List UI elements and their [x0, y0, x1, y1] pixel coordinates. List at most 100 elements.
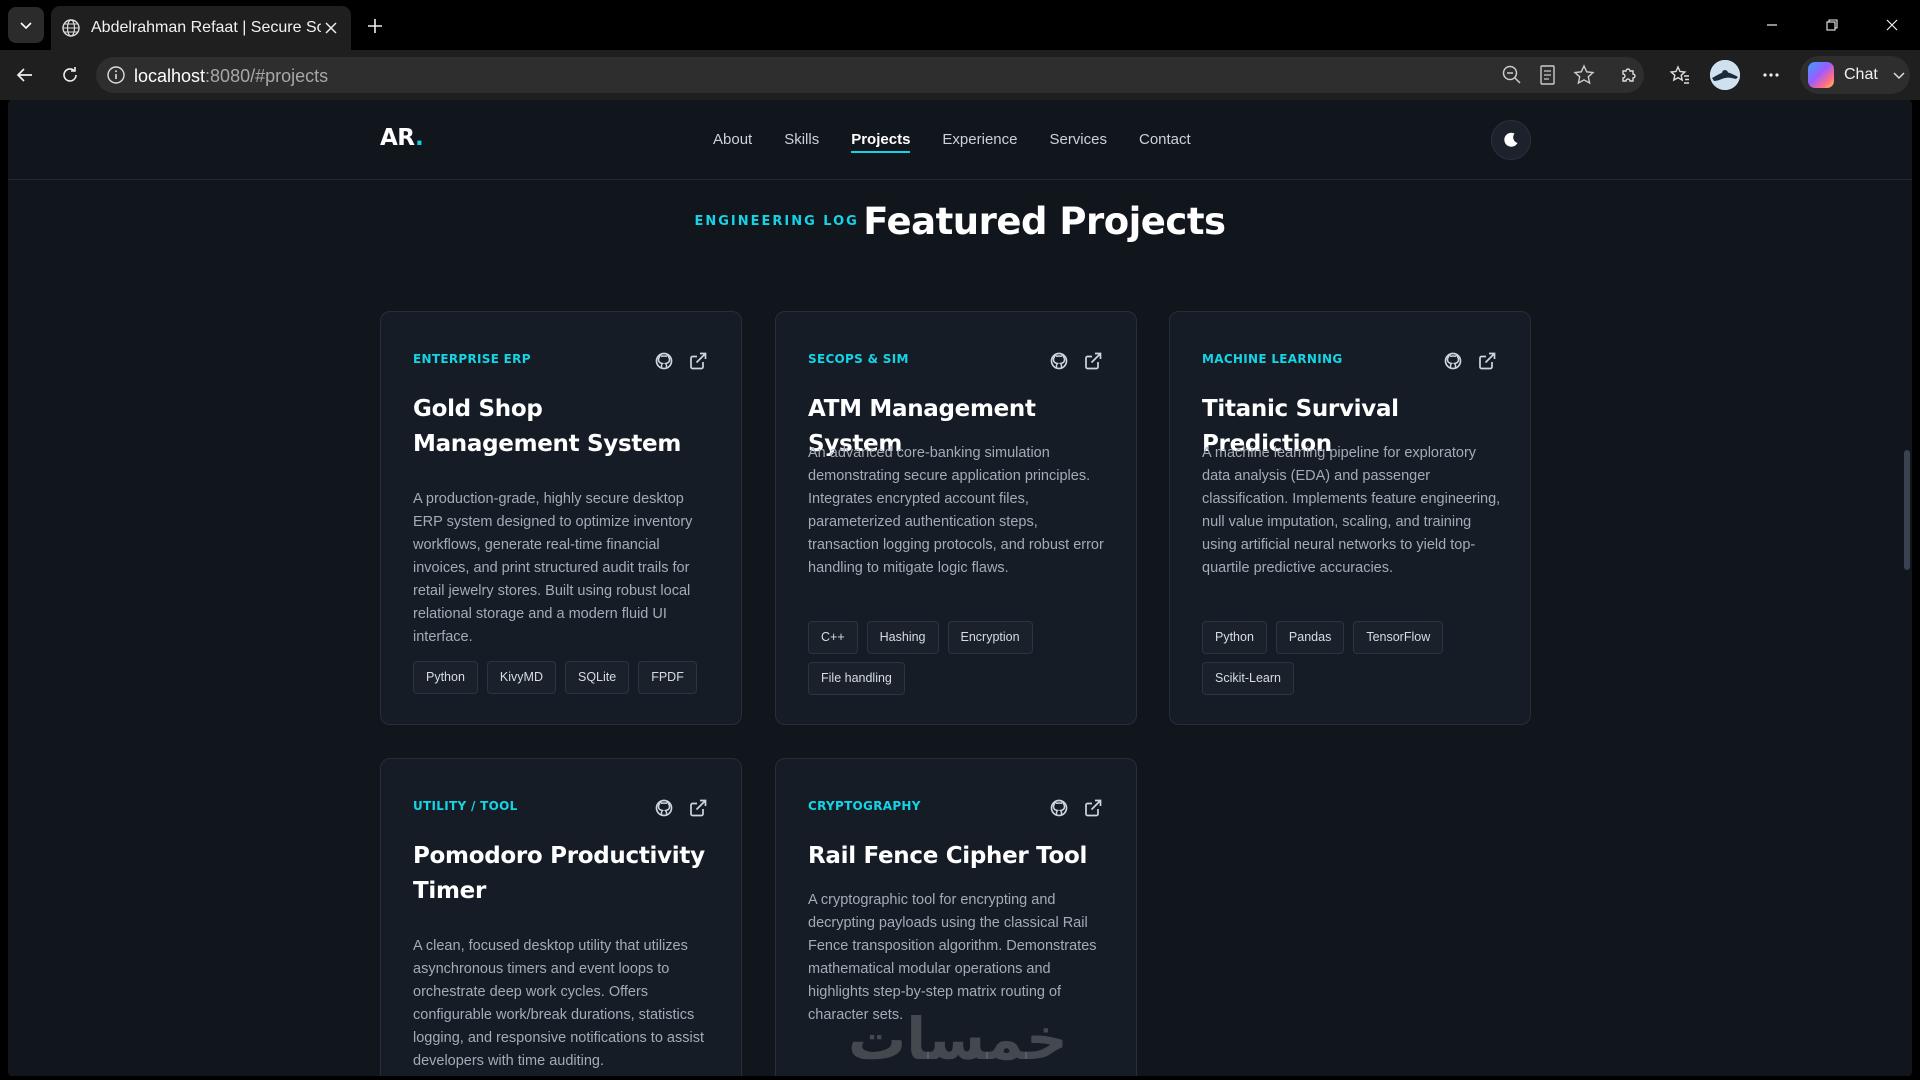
- site-info-icon[interactable]: [106, 65, 126, 85]
- github-icon[interactable]: [1048, 350, 1070, 372]
- address-bar[interactable]: localhost:8080/#projects: [96, 57, 1644, 93]
- tech-tags: C++ Hashing Encryption File handling: [808, 621, 1116, 695]
- extensions-button[interactable]: [1612, 58, 1646, 92]
- reload-button[interactable]: [53, 58, 87, 92]
- site-logo[interactable]: AR.: [380, 125, 424, 151]
- favorites-list-icon: [1669, 65, 1689, 84]
- plus-icon: [368, 19, 382, 33]
- minimize-button[interactable]: [1752, 10, 1792, 40]
- nav-link-experience[interactable]: Experience: [942, 131, 1017, 153]
- chevron-down-icon: [1893, 72, 1905, 80]
- external-link-icon[interactable]: [1476, 350, 1498, 372]
- project-category: Utility / Tool: [413, 799, 518, 813]
- minimize-icon: [1767, 24, 1777, 26]
- external-link-icon[interactable]: [1082, 797, 1104, 819]
- browser-toolbar: localhost:8080/#projects Chat: [0, 50, 1920, 100]
- site-navbar: AR. About Skills Projects Experience Ser…: [8, 100, 1912, 180]
- more-options-button[interactable]: [1754, 58, 1788, 92]
- project-category: Cryptography: [808, 799, 921, 813]
- tech-tag: TensorFlow: [1353, 621, 1444, 654]
- project-category: Machine Learning: [1202, 352, 1343, 366]
- favorites-button[interactable]: [1663, 58, 1697, 92]
- project-category: Enterprise ERP: [413, 352, 531, 366]
- tech-tag: Python: [1202, 621, 1267, 654]
- zoom-icon[interactable]: [1501, 64, 1523, 86]
- github-icon[interactable]: [653, 350, 675, 372]
- url-text: localhost:8080/#projects: [134, 66, 328, 87]
- external-link-icon[interactable]: [1082, 350, 1104, 372]
- watermark-logo: خمسات: [848, 1005, 1068, 1073]
- tech-tag: FPDF: [638, 661, 697, 694]
- nav-link-projects[interactable]: Projects: [851, 131, 911, 153]
- project-title: Rail Fence Cipher Tool: [808, 843, 1088, 869]
- main-nav: About Skills Projects Experience Service…: [713, 131, 1223, 153]
- tech-tag: Scikit-Learn: [1202, 662, 1294, 695]
- url-path: :8080/#projects: [205, 66, 329, 86]
- globe-icon: [61, 18, 81, 38]
- theme-toggle-button[interactable]: [1491, 120, 1531, 160]
- tech-tag: C++: [808, 621, 858, 654]
- tech-tags: Python KivyMD SQLite FPDF: [413, 661, 721, 694]
- close-window-button[interactable]: [1872, 10, 1912, 40]
- nav-link-about[interactable]: About: [713, 131, 752, 153]
- browser-tab-bar: Abdelrahman Refaat | Secure Software Eng…: [0, 0, 1920, 50]
- project-card: SecOps & Sim ATM Management System An ad…: [775, 311, 1137, 725]
- url-host: localhost: [134, 66, 206, 86]
- tech-tag: SQLite: [564, 661, 630, 694]
- browser-tab-active[interactable]: Abdelrahman Refaat | Secure Software Eng…: [51, 6, 351, 50]
- chat-dropdown-button[interactable]: [1882, 58, 1916, 92]
- project-category: SecOps & Sim: [808, 352, 909, 366]
- puzzle-icon: [1622, 68, 1636, 82]
- back-button[interactable]: [8, 58, 42, 92]
- copilot-icon: [1808, 62, 1834, 88]
- nav-link-contact[interactable]: Contact: [1139, 131, 1191, 153]
- card-header: Machine Learning: [1202, 350, 1498, 374]
- card-header: SecOps & Sim: [808, 350, 1104, 374]
- tab-actions-menu-button[interactable]: [8, 7, 44, 43]
- project-card: Machine Learning Titanic Survival Predic…: [1169, 311, 1531, 725]
- profile-picture-icon: [1710, 60, 1740, 90]
- tech-tag: KivyMD: [486, 661, 556, 694]
- project-description: A machine learning pipeline for explorat…: [1202, 445, 1501, 576]
- profile-avatar[interactable]: [1710, 60, 1740, 90]
- external-link-icon[interactable]: [687, 350, 709, 372]
- project-description: An advanced core-banking simulation demo…: [808, 445, 1104, 576]
- restore-button[interactable]: [1812, 10, 1852, 40]
- section-title: Featured Projects: [863, 200, 1226, 243]
- page-scrollbar[interactable]: [1904, 450, 1910, 570]
- project-description: A clean, focused desktop utility that ut…: [413, 938, 704, 1069]
- new-tab-button[interactable]: [360, 11, 390, 41]
- logo-text: AR: [380, 125, 415, 151]
- project-card: Utility / Tool Pomodoro Productivity Tim…: [380, 758, 742, 1076]
- project-card: Enterprise ERP Gold Shop Management Syst…: [380, 311, 742, 725]
- projects-section-header: Engineering Log Featured Projects: [8, 200, 1912, 243]
- page-viewport: AR. About Skills Projects Experience Ser…: [8, 100, 1912, 1076]
- card-header: Enterprise ERP: [413, 350, 709, 374]
- tech-tag: Encryption: [947, 621, 1033, 654]
- external-link-icon[interactable]: [687, 797, 709, 819]
- tech-tag: Pandas: [1275, 621, 1345, 654]
- tech-tag: File handling: [808, 662, 905, 695]
- restore-icon: [1826, 19, 1838, 31]
- chevron-down-icon: [20, 22, 32, 30]
- tech-tag: Python: [413, 661, 478, 694]
- section-eyebrow: Engineering Log: [694, 214, 859, 229]
- card-header: Utility / Tool: [413, 797, 709, 821]
- arrow-left-icon: [16, 68, 32, 82]
- tech-tags: Python Pandas TensorFlow Scikit-Learn: [1202, 621, 1510, 695]
- github-icon[interactable]: [1442, 350, 1464, 372]
- github-icon[interactable]: [653, 797, 675, 819]
- card-header: Cryptography: [808, 797, 1104, 821]
- close-icon: [1886, 19, 1898, 31]
- moon-icon: [1504, 132, 1518, 147]
- nav-link-skills[interactable]: Skills: [784, 131, 819, 153]
- project-title: Gold Shop Management System: [413, 396, 682, 457]
- tech-tag: Hashing: [866, 621, 939, 654]
- nav-link-services[interactable]: Services: [1049, 131, 1107, 153]
- chat-label: Chat: [1844, 66, 1878, 83]
- favorite-star-icon[interactable]: [1573, 64, 1595, 86]
- reload-icon: [63, 67, 77, 82]
- reader-mode-icon[interactable]: [1537, 64, 1559, 86]
- tab-close-icon[interactable]: [321, 18, 341, 38]
- github-icon[interactable]: [1048, 797, 1070, 819]
